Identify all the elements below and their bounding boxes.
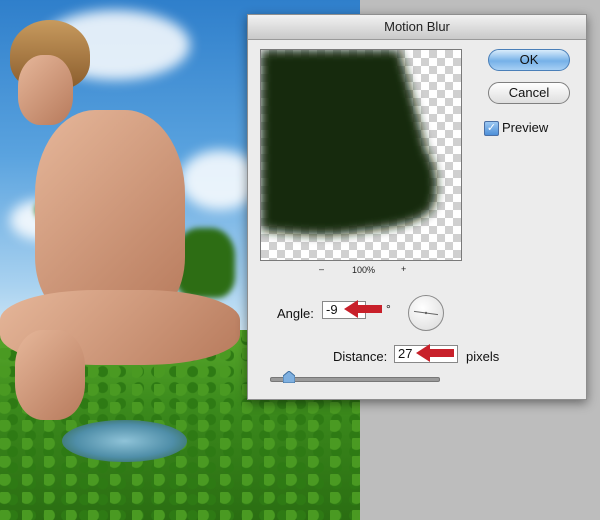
angle-label: Angle: xyxy=(277,306,314,321)
red-arrow-left-icon xyxy=(344,300,382,318)
checkmark-icon: ✓ xyxy=(486,122,497,134)
angle-dial-needle-icon xyxy=(413,310,439,316)
distance-slider-thumb[interactable] xyxy=(282,371,295,383)
pond xyxy=(62,420,187,462)
degree-symbol: ° xyxy=(386,302,391,316)
zoom-in-button[interactable]: + xyxy=(401,264,406,274)
dialog-title[interactable]: Motion Blur xyxy=(248,15,586,40)
red-arrow-left-icon xyxy=(416,344,454,362)
motion-blur-dialog: Motion Blur – 100% + OK Cancel ✓ Preview… xyxy=(247,14,587,400)
filter-preview[interactable] xyxy=(260,49,462,261)
preview-label: Preview xyxy=(502,120,549,135)
zoom-out-button[interactable]: – xyxy=(319,264,324,274)
preview-blurred-shape xyxy=(261,50,437,235)
woman-body xyxy=(35,110,185,320)
pixels-label: pixels xyxy=(466,349,500,364)
woman-head xyxy=(18,55,73,125)
distance-label: Distance: xyxy=(333,349,388,364)
zoom-controls: – 100% + xyxy=(260,264,460,278)
cancel-button[interactable]: Cancel xyxy=(488,82,570,104)
angle-dial[interactable] xyxy=(408,295,444,331)
ok-button[interactable]: OK xyxy=(488,49,570,71)
woman-foot xyxy=(15,330,85,420)
zoom-level: 100% xyxy=(352,265,376,275)
preview-checkbox[interactable]: ✓ xyxy=(484,121,499,136)
distance-slider-track[interactable] xyxy=(270,377,440,382)
